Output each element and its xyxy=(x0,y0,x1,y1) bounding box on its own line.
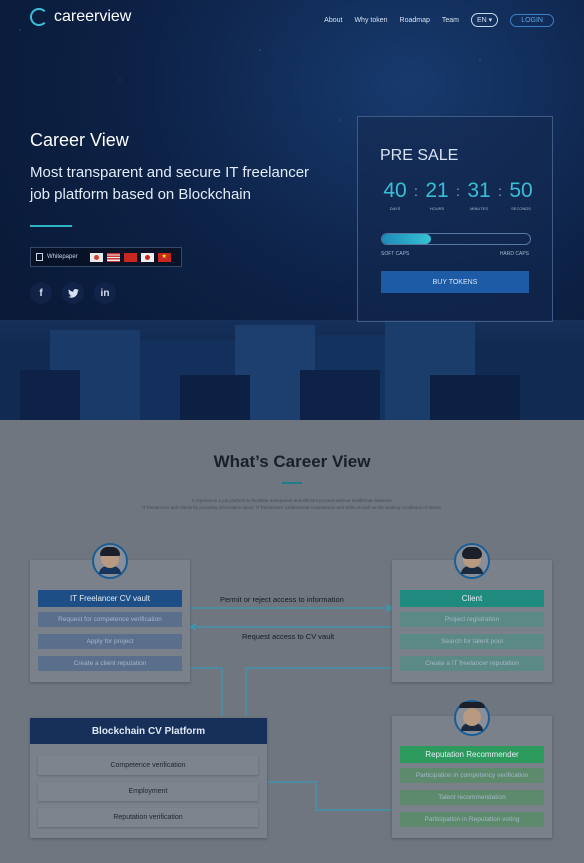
hero-section: careerview About Why token Roadmap Team … xyxy=(0,0,584,420)
reputation-header: Reputation Recommender xyxy=(400,746,544,763)
nav-roadmap[interactable]: Roadmap xyxy=(400,17,430,24)
client-row[interactable]: Create a IT freelancer reputation xyxy=(400,656,544,671)
countdown-hours: 21 xyxy=(425,179,449,202)
document-icon xyxy=(36,253,43,261)
request-access-label: Request access to CV vault xyxy=(242,632,335,641)
soft-caps-label: SOFT CAPS xyxy=(381,251,410,257)
countdown-timer: 40 DAYS : 21 HOURS : 31 MINUTES : 50 SECONDS xyxy=(376,179,540,211)
whitepaper-bar: Whitepaper ★ xyxy=(30,247,182,267)
flag-japan-icon[interactable] xyxy=(140,252,154,262)
reputation-avatar xyxy=(454,700,490,736)
flag-china-icon[interactable] xyxy=(123,252,137,262)
facebook-icon[interactable]: f xyxy=(30,282,52,304)
reputation-row[interactable]: Participation in Reputation voting xyxy=(400,812,544,827)
freelancer-row[interactable]: Apply for project xyxy=(38,634,182,649)
freelancer-row[interactable]: Create a client reputation xyxy=(38,656,182,671)
whitepaper-link[interactable]: Whitepaper xyxy=(47,254,78,260)
client-row[interactable]: Project registration xyxy=(400,612,544,627)
reputation-row[interactable]: Talent recommendation xyxy=(400,790,544,805)
accent-line xyxy=(30,225,72,227)
client-header: Client xyxy=(400,590,544,607)
description-line-1: It represents a job platform to facilita… xyxy=(192,498,392,503)
language-select[interactable]: EN ▾ xyxy=(471,13,499,27)
freelancer-avatar xyxy=(92,543,128,579)
caps-labels: SOFT CAPS HARD CAPS xyxy=(381,251,529,257)
title-accent-line xyxy=(282,482,302,484)
flag-vietnam-icon[interactable]: ★ xyxy=(157,252,171,262)
client-avatar xyxy=(454,543,490,579)
platform-row[interactable]: Employment xyxy=(38,782,258,801)
platform-row[interactable]: Reputation verification xyxy=(38,808,258,827)
client-row[interactable]: Search for talent pool xyxy=(400,634,544,649)
section-description: It represents a job platform to facilita… xyxy=(70,497,514,511)
countdown-minutes: 31 xyxy=(467,179,491,202)
logo[interactable]: careerview xyxy=(30,8,131,26)
sale-progress-fill xyxy=(382,234,431,244)
hero-subtitle: Most transparent and secure IT freelance… xyxy=(30,164,310,203)
days-label: DAYS xyxy=(389,206,401,211)
sale-progress-bar xyxy=(381,233,531,245)
nav-why-token[interactable]: Why token xyxy=(354,17,387,24)
hero-title: Career View xyxy=(30,130,129,150)
flag-korea-icon[interactable] xyxy=(89,252,103,262)
section-title: What’s Career View xyxy=(213,452,371,471)
social-links: f in xyxy=(30,282,116,304)
freelancer-row[interactable]: Request for competence verification xyxy=(38,612,182,627)
logo-text: careerview xyxy=(54,8,132,25)
platform-header: Blockchain CV Platform xyxy=(30,718,267,744)
nav-about[interactable]: About xyxy=(324,17,342,24)
top-nav: About Why token Roadmap Team EN ▾ LOGIN xyxy=(324,13,554,27)
platform-row[interactable]: Competence verification xyxy=(38,756,258,775)
minutes-label: MINUTES xyxy=(470,206,488,211)
reputation-row[interactable]: Participation in competency verification xyxy=(400,768,544,783)
presale-title: PRE SALE xyxy=(380,147,459,164)
seconds-label: SECONDS xyxy=(511,206,531,211)
description-line-2: IT freelancers and clients by providing … xyxy=(141,505,443,510)
logo-icon xyxy=(30,8,48,26)
twitter-icon[interactable] xyxy=(62,282,84,304)
countdown-days: 40 xyxy=(383,179,407,202)
freelancer-header: IT Freelancer CV vault xyxy=(38,590,182,607)
buy-tokens-button[interactable]: BUY TOKENS xyxy=(381,271,529,293)
hours-label: HOURS xyxy=(429,206,445,211)
login-button[interactable]: LOGIN xyxy=(510,13,554,27)
countdown-seconds: 50 xyxy=(509,179,533,202)
presale-card: PRE SALE 40 DAYS : 21 HOURS : 31 MINUTES : … xyxy=(357,116,553,322)
nav-team[interactable]: Team xyxy=(442,17,459,24)
permit-access-label: Permit or reject access to information xyxy=(220,595,344,604)
flag-usa-icon[interactable] xyxy=(106,252,120,262)
hard-caps-label: HARD CAPS xyxy=(499,251,529,257)
linkedin-icon[interactable]: in xyxy=(94,282,116,304)
